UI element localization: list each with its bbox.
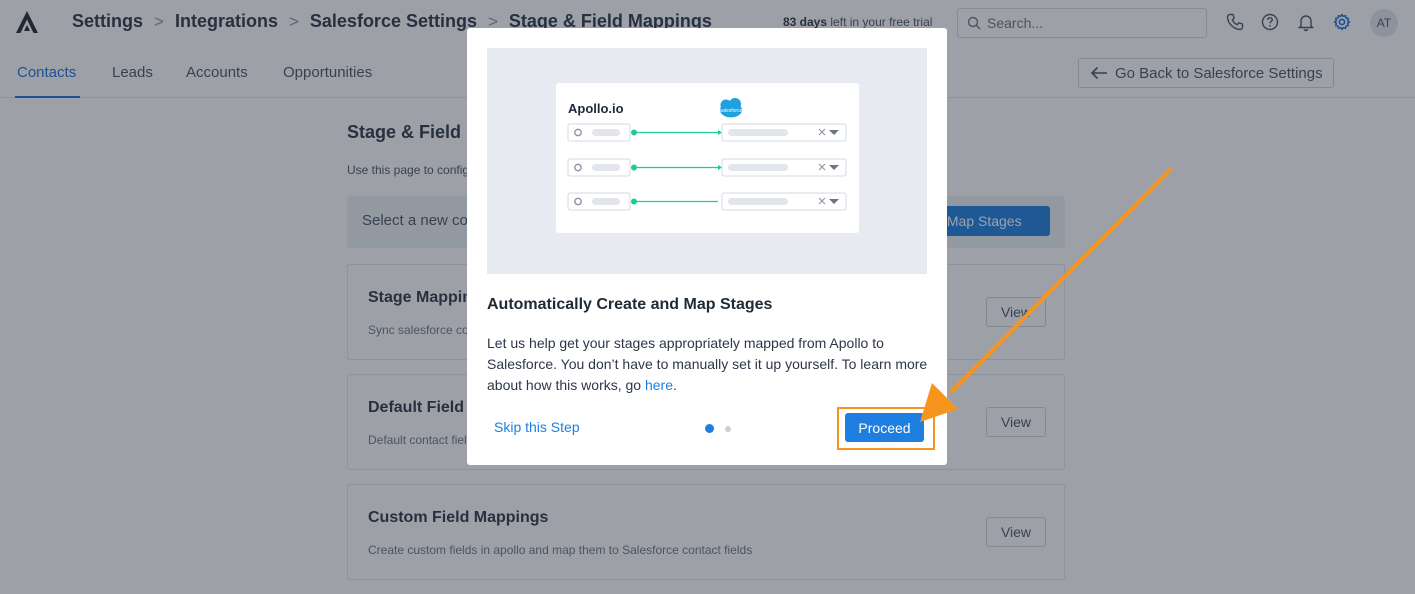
modal-body-end: .: [673, 377, 677, 393]
salesforce-logo-text: salesforce: [720, 108, 743, 114]
mapping-row: [567, 123, 847, 142]
modal-body-text: Let us help get your stages appropriatel…: [487, 335, 928, 393]
step-indicator-active[interactable]: [705, 424, 714, 433]
step-indicator-inactive[interactable]: [725, 426, 731, 432]
mapping-illustration: Apollo.io salesforce: [487, 48, 927, 274]
field-mapping-diagram: Apollo.io salesforce: [567, 98, 847, 211]
learn-more-link[interactable]: here: [645, 377, 673, 393]
modal-body: Let us help get your stages appropriatel…: [487, 333, 932, 396]
annotation-highlight-box: [837, 407, 935, 450]
skip-step-link[interactable]: Skip this Step: [494, 419, 580, 435]
illustration-card: Apollo.io salesforce: [556, 83, 859, 233]
automap-modal: Apollo.io salesforce Automatically Creat…: [467, 28, 947, 465]
salesforce-logo-icon: salesforce: [720, 98, 743, 118]
mapping-row: [567, 158, 847, 177]
mapping-row: [567, 192, 847, 211]
apollo-logo: Apollo.io: [568, 101, 624, 116]
modal-title: Automatically Create and Map Stages: [487, 296, 773, 313]
